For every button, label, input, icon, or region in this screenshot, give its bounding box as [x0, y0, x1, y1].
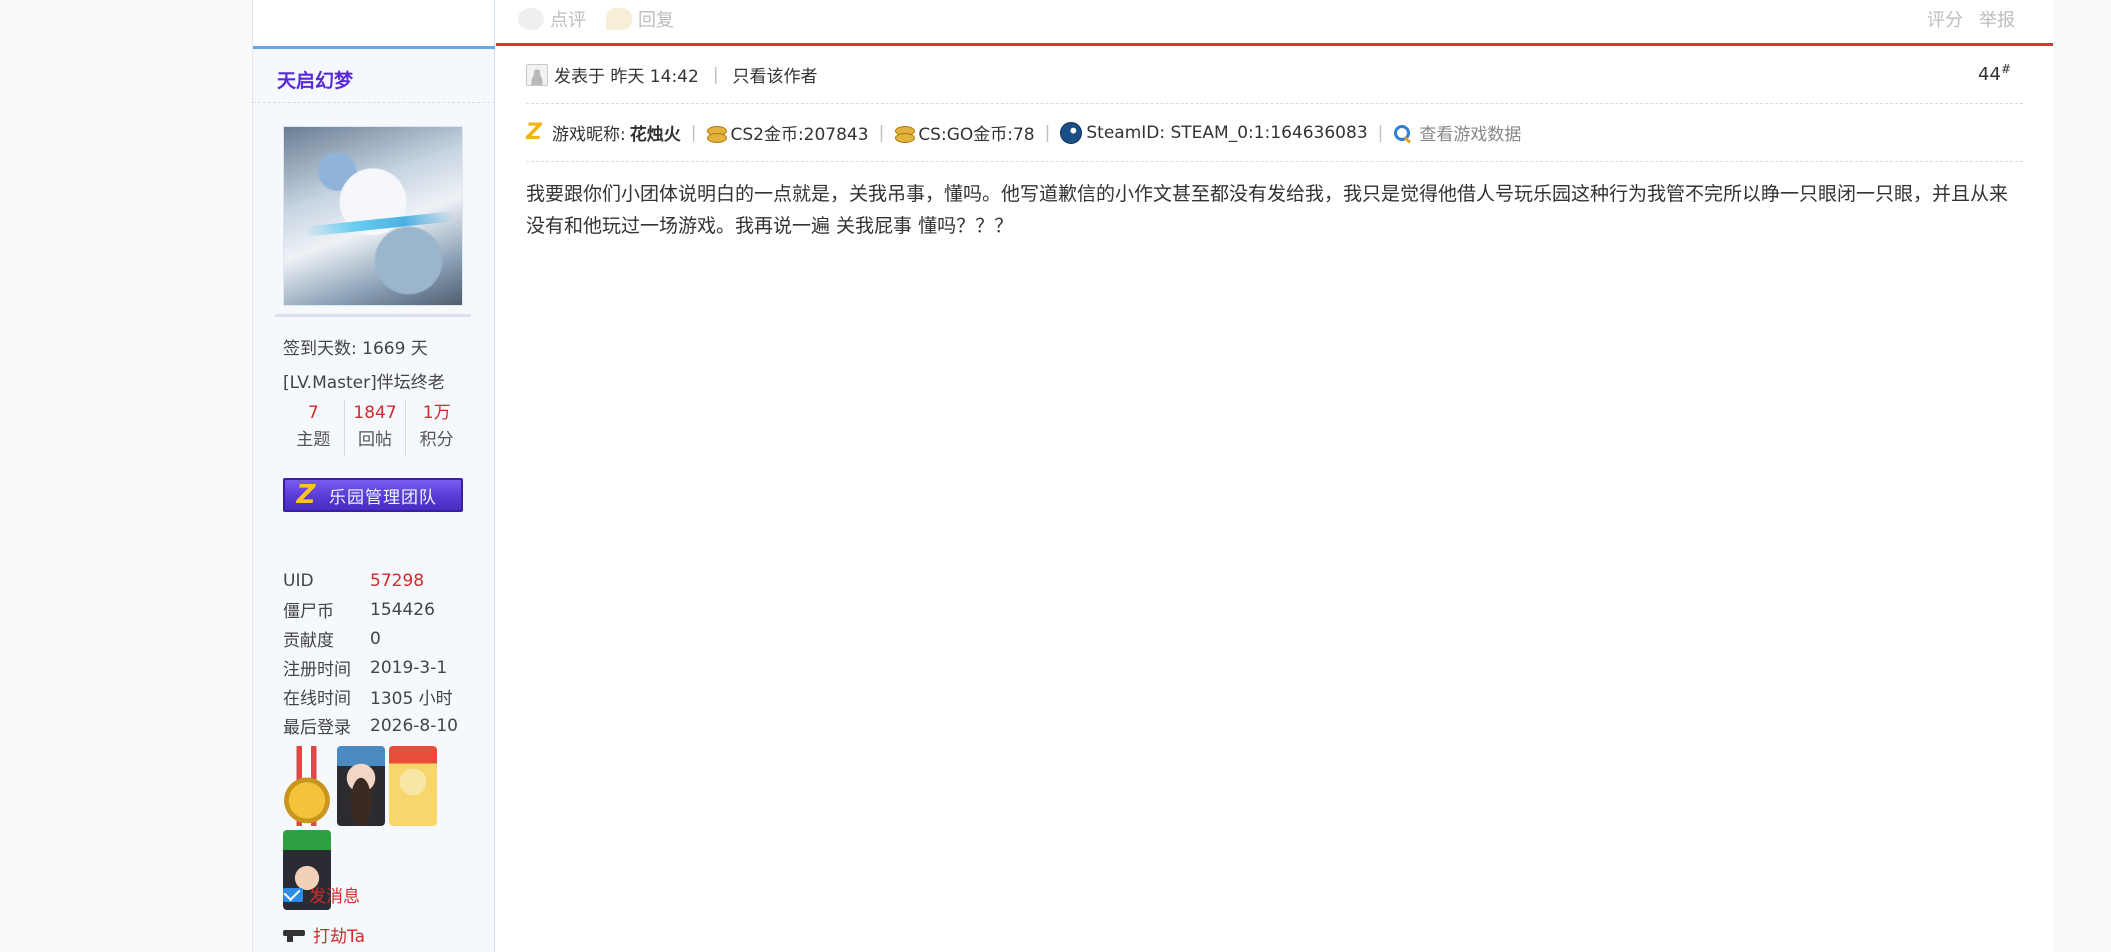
info-row-online: 在线时间 1305 小时	[283, 689, 453, 709]
medal-icon[interactable]	[283, 746, 331, 826]
post-header: 发表于 昨天 14:42 | 只看该作者 44#	[526, 46, 2023, 104]
coin-icon	[894, 122, 916, 144]
sidebar-top-line	[253, 46, 495, 49]
info-row-uid: UID 57298	[283, 570, 425, 591]
only-author-link[interactable]: 只看该作者	[733, 62, 818, 87]
view-game-data-link[interactable]: 查看游戏数据	[1393, 120, 1521, 145]
post-content-area: 发表于 昨天 14:42 | 只看该作者 44# Z 游戏昵称: 花烛火 | CS…	[496, 46, 2053, 952]
post-time: 发表于 昨天 14:42	[554, 67, 699, 87]
user-info-table: UID 57298 僵尸币 154426 贡献度 0 注册时间 2019-3-1…	[283, 566, 458, 740]
z-logo-icon: Z	[296, 480, 316, 510]
sidebar-divider	[253, 102, 495, 103]
floor-number[interactable]: 44#	[1978, 62, 2011, 85]
avatar[interactable]	[283, 126, 463, 306]
medal-icon[interactable]	[337, 746, 385, 826]
mail-icon	[283, 887, 303, 902]
user-stats: 7 主题 1847 回帖 1万 积分	[283, 400, 467, 456]
comment-button[interactable]: 点评	[518, 6, 586, 32]
info-row-coins: 僵尸币 154426	[283, 599, 435, 623]
z-logo-icon: Z	[526, 119, 542, 145]
stat-topics[interactable]: 7 主题	[283, 400, 345, 456]
medal-icon[interactable]	[389, 746, 437, 826]
report-button[interactable]: 举报	[1979, 6, 2015, 32]
info-row-last-login: 最后登录 2026-8-10	[283, 715, 458, 739]
stat-points[interactable]: 1万 积分	[406, 400, 467, 456]
game-info-bar: Z 游戏昵称: 花烛火 | CS2金币:207843 | CS:GO金币:78 |…	[526, 104, 2023, 162]
coin-icon	[706, 122, 728, 144]
steam-id: SteamID: STEAM_0:1:164636083	[1060, 121, 1368, 144]
user-status-icon	[526, 63, 548, 86]
stat-replies[interactable]: 1847 回帖	[345, 400, 407, 456]
cs2-coins: CS2金币:207843	[706, 120, 869, 145]
group-badge: Z 乐园管理团队	[283, 478, 463, 512]
gun-icon	[283, 928, 307, 942]
checkin-days: 签到天数: 1669 天	[283, 339, 428, 359]
reply-icon	[606, 8, 632, 30]
search-icon	[1393, 124, 1411, 142]
user-level[interactable]: [LV.Master]伴坛终老	[283, 368, 445, 393]
comment-icon	[518, 8, 544, 30]
game-nickname: Z 游戏昵称: 花烛火	[526, 119, 681, 145]
author-name-link[interactable]: 天启幻梦	[277, 66, 353, 93]
rate-button[interactable]: 评分	[1927, 6, 1963, 32]
rob-link[interactable]: 打劫Ta	[283, 922, 365, 947]
post-body: 我要跟你们小团体说明白的一点就是，关我吊事，懂吗。他写道歉信的小作文甚至都没有发…	[526, 183, 2009, 237]
previous-post-sidebar	[253, 0, 495, 46]
thread-page: 点评 回复 评分 举报 天启幻梦 签到天数: 1669 天 [LV.Master…	[252, 0, 2053, 952]
info-row-contribution: 贡献度 0	[283, 628, 381, 652]
reply-button[interactable]: 回复	[606, 6, 674, 32]
csgo-coins: CS:GO金币:78	[894, 120, 1035, 145]
info-row-register: 注册时间 2019-3-1	[283, 657, 448, 681]
send-message-link[interactable]: 发消息	[283, 882, 360, 907]
previous-post-actions: 点评 回复 评分 举报	[496, 0, 2053, 46]
author-sidebar: 天启幻梦 签到天数: 1669 天 [LV.Master]伴坛终老 7 主题 1…	[253, 46, 495, 952]
steam-icon	[1060, 121, 1083, 144]
